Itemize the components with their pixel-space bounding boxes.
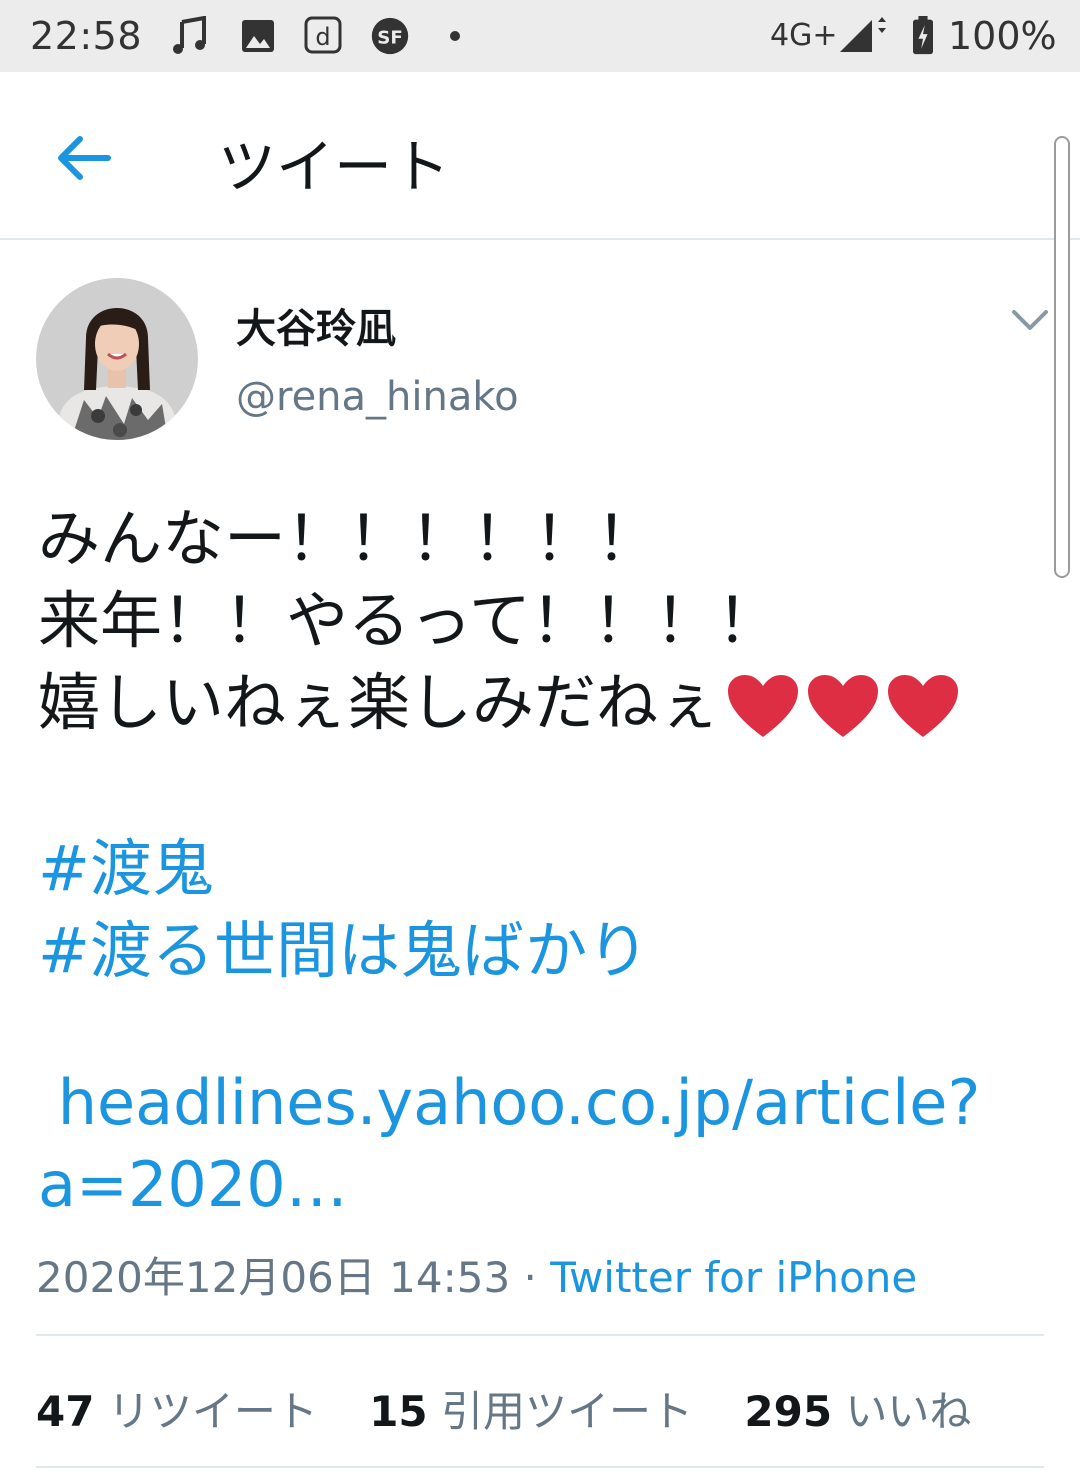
docomo-d-icon: d	[304, 16, 342, 54]
tweet-text-line: 来年！！やるって！！！！	[38, 584, 779, 657]
dot-icon	[450, 31, 460, 41]
status-time: 22:58	[30, 14, 143, 58]
arrow-left-icon	[58, 136, 111, 180]
quotes-count: 15	[369, 1387, 428, 1436]
likes-count: 295	[744, 1387, 833, 1436]
retweets-stat[interactable]: 47 リツイート	[36, 1378, 318, 1439]
scrollbar[interactable]	[1054, 136, 1070, 578]
music-note-icon	[173, 16, 206, 54]
url-link-continued[interactable]: a=2020…	[38, 1148, 348, 1221]
url-link[interactable]: headlines.yahoo.co.jp/article?	[38, 1066, 981, 1139]
hashtag-link[interactable]: #渡鬼	[38, 818, 214, 908]
page-title: ツイート	[218, 133, 451, 201]
more-options-button[interactable]	[1010, 304, 1050, 336]
source-link[interactable]: Twitter for iPhone	[550, 1253, 917, 1302]
svg-text:SF: SF	[377, 27, 403, 48]
svg-text:d: d	[315, 23, 330, 51]
signal-icon	[840, 17, 886, 52]
timestamp: 2020年12月06日 14:53	[36, 1253, 511, 1302]
tweet-stats: 47 リツイート 15 引用ツイート 295 いいね	[36, 1378, 1009, 1439]
header: ツイート	[0, 72, 1080, 240]
quotes-stat[interactable]: 15 引用ツイート	[369, 1378, 693, 1439]
avatar[interactable]	[36, 278, 198, 440]
tweet-meta: 2020年12月06日 14:53 · Twitter for iPhone	[36, 1244, 917, 1305]
red-heart-icon	[888, 674, 959, 737]
likes-stat[interactable]: 295 いいね	[744, 1378, 971, 1439]
red-heart-icon	[808, 674, 879, 737]
likes-label: いいね	[845, 1387, 972, 1436]
divider	[36, 1466, 1044, 1468]
back-button[interactable]	[48, 122, 120, 194]
meta-separator: ·	[510, 1253, 551, 1302]
red-heart-icon	[728, 674, 799, 737]
quotes-label: 引用ツイート	[441, 1387, 694, 1436]
display-name[interactable]: 大谷玲凪	[236, 296, 396, 354]
divider	[36, 1334, 1044, 1336]
battery-percentage: 100%	[948, 14, 1057, 58]
tweet-text-line: みんなー！！！！！！	[38, 502, 659, 575]
status-bar: 22:58 d SF 4G+ 100%	[0, 0, 1080, 72]
network-type: 4G+	[770, 18, 838, 53]
chevron-down-icon	[1012, 310, 1048, 330]
hearts-group	[728, 674, 959, 737]
hashtag-link[interactable]: #渡る世間は鬼ばかり	[38, 900, 649, 990]
retweets-label: リツイート	[107, 1387, 318, 1436]
tweet-text: 嬉しいねぇ楽しみだねぇ	[38, 666, 721, 739]
handle[interactable]: @rena_hinako	[236, 374, 519, 420]
image-icon	[242, 20, 274, 52]
battery-charging-icon	[913, 16, 933, 55]
sf-app-icon: SF	[371, 17, 409, 55]
retweets-count: 47	[36, 1387, 95, 1436]
tweet-text-line-3: 嬉しいねぇ楽しみだねぇ	[38, 652, 962, 742]
